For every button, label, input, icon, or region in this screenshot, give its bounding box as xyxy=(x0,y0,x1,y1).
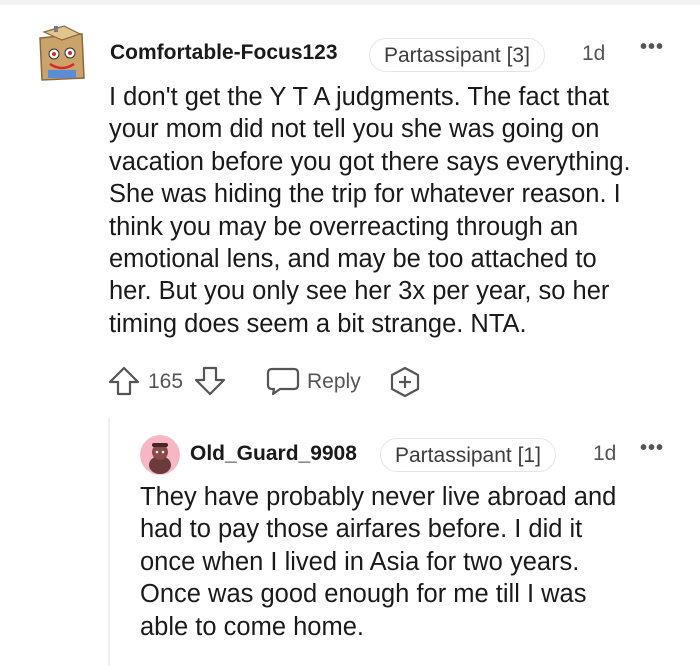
comment-line: able to come home. xyxy=(140,612,364,641)
vote-score: 165 xyxy=(148,370,184,393)
user-flair: Partassipant [3] xyxy=(369,38,545,72)
comment-line: emotional lens, and may be too attached … xyxy=(109,245,597,274)
comment-line: her. But you only see her 3x per year, s… xyxy=(109,277,610,306)
downvote-button[interactable] xyxy=(194,366,226,396)
upvote-button[interactable] xyxy=(108,366,140,396)
thread-line[interactable] xyxy=(108,418,110,666)
arrow-down-icon xyxy=(194,366,226,396)
avatar-image xyxy=(140,435,180,475)
more-options-icon[interactable]: ••• xyxy=(640,437,664,460)
award-button[interactable] xyxy=(388,366,422,398)
comment-line: timing does seem a bit strange. NTA. xyxy=(109,309,527,338)
avatar-image xyxy=(34,24,90,84)
reply-label[interactable]: Reply xyxy=(307,370,361,394)
speech-bubble-icon xyxy=(266,367,300,396)
comment-line: think you may be overreacting through an xyxy=(109,212,579,241)
more-options-icon[interactable]: ••• xyxy=(640,36,664,59)
avatar[interactable] xyxy=(34,24,90,84)
comment-line: once when I lived in Asia for two years. xyxy=(140,547,580,576)
arrow-up-icon xyxy=(108,366,140,396)
timestamp[interactable]: 1d xyxy=(593,442,616,466)
comment-line: vacation before you got there says every… xyxy=(109,147,631,176)
comment-line: your mom did not tell you she was going … xyxy=(109,115,600,144)
username[interactable]: Old_Guard_9908 xyxy=(190,442,357,466)
comment-body: I don't get the Y T A judgments. The fac… xyxy=(109,81,631,340)
comment-body: They have probably never live abroad and… xyxy=(140,481,616,643)
plus-circle-icon xyxy=(390,366,420,398)
comment-line: They have probably never live abroad and xyxy=(140,483,617,511)
comment-line: I don't get the Y T A judgments. The fac… xyxy=(109,83,610,111)
user-flair: Partassipant [1] xyxy=(380,438,556,472)
comment-line: Once was good enough for me till I was xyxy=(140,580,587,609)
comment-line: She was hiding the trip for whatever rea… xyxy=(109,180,621,209)
timestamp[interactable]: 1d xyxy=(582,42,605,66)
avatar[interactable] xyxy=(140,435,180,475)
username[interactable]: Comfortable-Focus123 xyxy=(110,41,338,65)
reply-button[interactable] xyxy=(266,366,300,396)
comment-line: had to pay those airfares before. I did … xyxy=(140,515,583,544)
